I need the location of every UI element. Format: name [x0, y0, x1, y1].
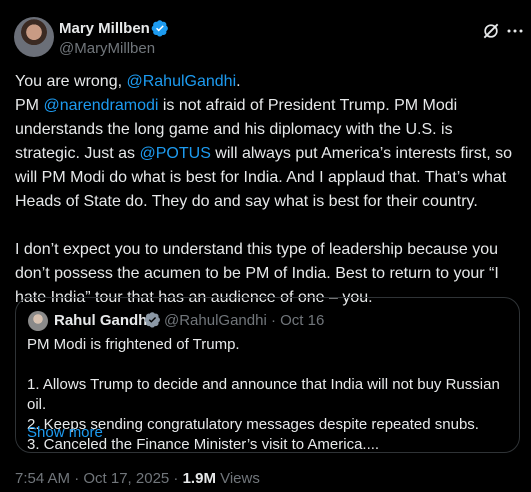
- author-handle[interactable]: @MaryMillben: [59, 40, 155, 57]
- verified-badge-icon: [151, 20, 168, 37]
- show-more-link[interactable]: Show more: [27, 424, 103, 441]
- mention-narendramodi[interactable]: @narendramodi: [43, 97, 158, 114]
- quoted-author-name: Rahul Gandhi: [54, 312, 152, 329]
- views-count: 1.9M: [182, 470, 216, 487]
- timestamp[interactable]: 7:54 AM · Oct 17, 2025 ·: [15, 470, 183, 487]
- tweet-paragraph-2: PM @narendramodi is not afraid of Presid…: [15, 94, 520, 214]
- text-span: PM: [15, 97, 44, 114]
- tweet-text: You are wrong, @RahulGandhi. PM @narendr…: [15, 70, 520, 310]
- verified-badge-icon: [144, 312, 160, 328]
- quoted-author-avatar: [28, 311, 48, 331]
- mention-rahulgandhi[interactable]: @RahulGandhi: [126, 73, 236, 90]
- author-name[interactable]: Mary Millben: [59, 20, 150, 37]
- quoted-tweet[interactable]: Rahul Gandhi @RahulGandhi · Oct 16 PM Mo…: [15, 297, 520, 453]
- quoted-list-item: 1. Allows Trump to decide and announce t…: [27, 376, 500, 413]
- tweet-footer: 7:54 AM · Oct 17, 2025 · 1.9M Views: [15, 470, 260, 487]
- text-span: .: [236, 73, 241, 90]
- quoted-handle-date: @RahulGandhi · Oct 16: [164, 312, 325, 329]
- author-avatar[interactable]: [14, 17, 54, 57]
- quoted-line: PM Modi is frightened of Trump.: [27, 336, 240, 353]
- more-horizontal-icon[interactable]: [506, 24, 524, 38]
- grok-icon[interactable]: [481, 21, 501, 41]
- views-label: Views: [215, 470, 260, 487]
- mention-potus[interactable]: @POTUS: [140, 145, 211, 162]
- text-span: You are wrong,: [15, 73, 127, 90]
- tweet-paragraph-1: You are wrong, @RahulGandhi.: [15, 70, 520, 94]
